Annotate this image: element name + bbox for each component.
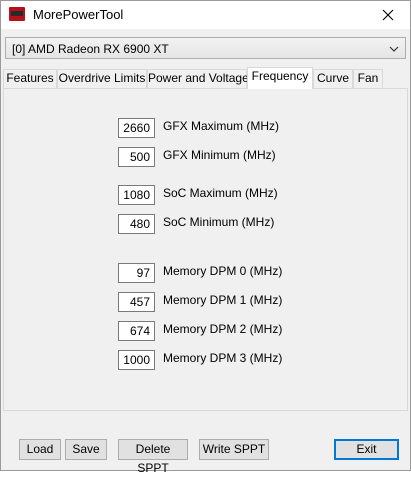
delete-sppt-button[interactable]: Delete SPPT [118,439,188,475]
gfx-min-label: GFX Minimum (MHz) [163,148,276,162]
load-button[interactable]: Load [19,439,61,460]
tab-frequency[interactable]: Frequency [247,67,313,89]
mem-dpm0-input[interactable]: 97 [118,263,155,283]
mem-dpm3-label: Memory DPM 3 (MHz) [163,351,283,365]
tab-features[interactable]: Features [3,69,57,88]
save-button[interactable]: Save [65,439,107,460]
chevron-down-icon [389,44,399,56]
mem-dpm0-label: Memory DPM 0 (MHz) [163,264,283,278]
soc-max-label: SoC Maximum (MHz) [163,186,278,200]
soc-min-input[interactable]: 480 [118,214,155,234]
amd-logo-icon [9,7,25,21]
gfx-max-label: GFX Maximum (MHz) [163,119,279,133]
gpu-select[interactable]: [0] AMD Radeon RX 6900 XT [5,37,406,59]
gfx-min-input[interactable]: 500 [118,147,155,167]
mem-dpm1-label: Memory DPM 1 (MHz) [163,293,283,307]
gfx-max-input[interactable]: 2660 [118,118,155,138]
mem-dpm1-input[interactable]: 457 [118,292,155,312]
mem-dpm3-input[interactable]: 1000 [118,350,155,370]
mem-dpm2-label: Memory DPM 2 (MHz) [163,322,283,336]
gpu-select-value: [0] AMD Radeon RX 6900 XT [12,42,169,56]
soc-min-label: SoC Minimum (MHz) [163,215,275,229]
tab-overdrive-limits[interactable]: Overdrive Limits [57,69,147,88]
soc-max-input[interactable]: 1080 [118,185,155,205]
tab-power-and-voltage[interactable]: Power and Voltage [147,69,249,88]
exit-button[interactable]: Exit [334,439,399,460]
title-bar[interactable]: MorePowerTool [1,1,410,29]
close-icon[interactable] [366,1,410,29]
tab-bar: Features Overdrive Limits Power and Volt… [3,67,408,89]
window-title: MorePowerTool [33,7,124,22]
mem-dpm2-input[interactable]: 674 [118,321,155,341]
tab-curve[interactable]: Curve [313,69,353,88]
write-sppt-button[interactable]: Write SPPT [199,439,269,460]
tab-fan[interactable]: Fan [353,69,383,88]
app-window: MorePowerTool [0] AMD Radeon RX 6900 XT … [0,0,411,475]
